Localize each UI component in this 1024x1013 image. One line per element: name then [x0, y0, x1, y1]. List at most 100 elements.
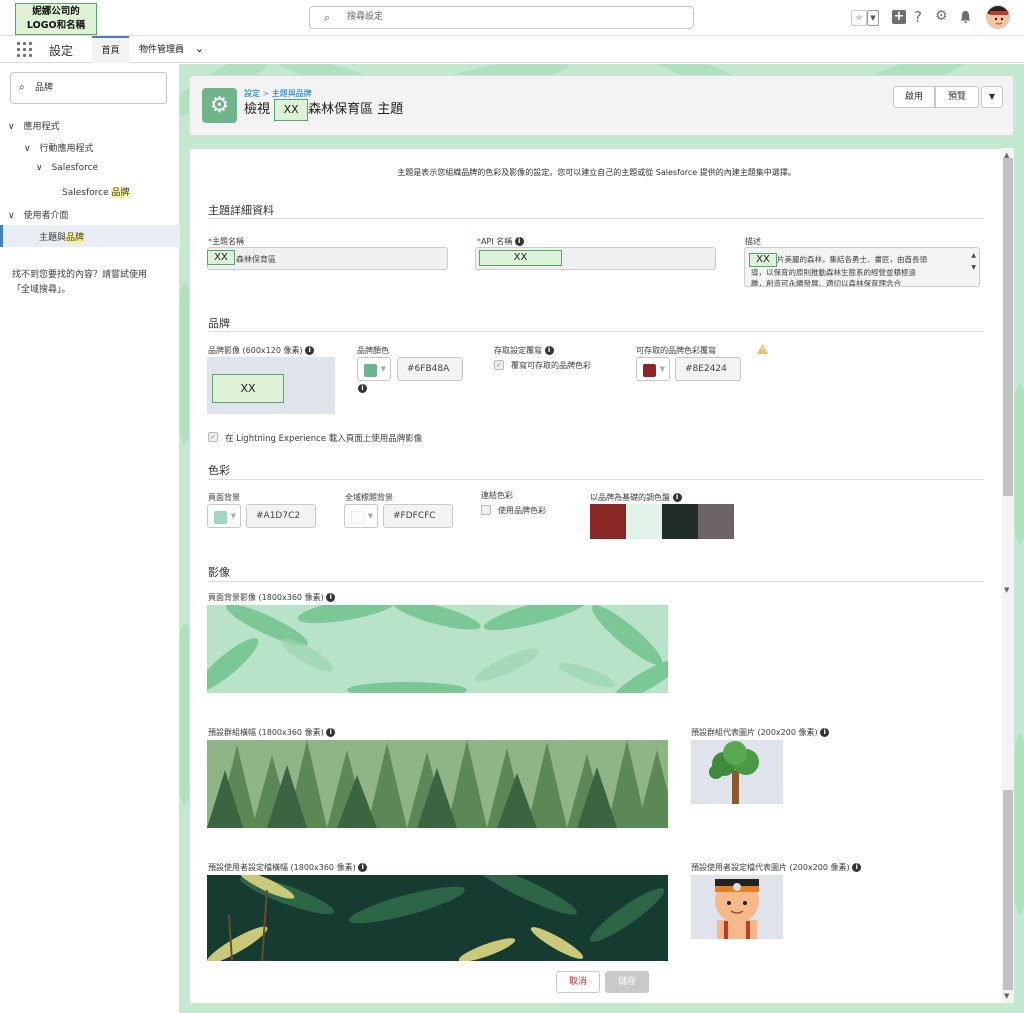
- search-icon: ⌕: [324, 11, 331, 24]
- company-logo[interactable]: 妮娜公司的 LOGO和名稱: [15, 3, 97, 35]
- palette-swatch: [626, 504, 662, 539]
- tab-object-manager[interactable]: 物件管理員 ⌄: [133, 36, 204, 63]
- chevron-down-icon: ▼: [380, 365, 386, 373]
- app-launcher-icon[interactable]: [17, 42, 33, 58]
- scroll-mid-icon[interactable]: ▼: [1004, 586, 1009, 594]
- breadcrumb-separator: >: [260, 89, 272, 98]
- user-avatar[interactable]: [986, 5, 1010, 29]
- brand-image-preview[interactable]: XX: [207, 357, 335, 414]
- info-icon[interactable]: i: [852, 863, 862, 872]
- search-highlight: 品牌: [66, 233, 85, 243]
- info-icon[interactable]: i: [326, 728, 336, 737]
- link-color-checkbox[interactable]: [481, 505, 491, 515]
- accessible-color-label: 可存取的品牌色彩覆寫: [636, 346, 716, 355]
- theme-name-label-text: 主題名稱: [212, 237, 244, 246]
- palette-label-text: 以品牌為基礎的調色盤: [590, 493, 670, 502]
- favorites-dropdown-icon[interactable]: ▼: [867, 10, 879, 26]
- info-icon[interactable]: i: [672, 493, 682, 502]
- user-banner-preview[interactable]: [207, 875, 668, 961]
- description-textarea[interactable]: XX 片美麗的森林，集結各勇士、畫匠，由酋長領 導，以保育的原則推動森林生態系的經…: [744, 247, 980, 287]
- textarea-scroll-up-icon[interactable]: ▲: [971, 250, 976, 261]
- divider: [208, 218, 984, 219]
- add-icon[interactable]: +: [892, 10, 906, 24]
- favorites-star-icon[interactable]: ★: [851, 10, 867, 26]
- accessible-color-hex-input[interactable]: #8E2424: [675, 357, 741, 381]
- intro-text: 主題是表示您組織品牌的色彩及影像的設定。您可以建立自己的主題或從 Salesfo…: [397, 168, 796, 177]
- accessible-color-swatch[interactable]: ▼: [636, 357, 670, 381]
- api-name-field[interactable]: XX: [475, 247, 716, 270]
- tree-item-themes-branding[interactable]: 主題與品牌: [0, 225, 180, 247]
- cancel-button[interactable]: 取消: [556, 971, 600, 993]
- notification-bell-icon[interactable]: [960, 11, 971, 23]
- user-avatar-image-label-text: 預設使用者設定檔代表圖片 (200x200 像素): [691, 863, 850, 872]
- chevron-down-icon: ∨: [24, 144, 31, 154]
- tree-item-mobile-apps[interactable]: ∨ 行動應用程式: [24, 141, 93, 154]
- preview-button[interactable]: 預覽: [935, 86, 979, 108]
- help-text-line1: 找不到您要找的內容？請嘗試使用: [12, 270, 148, 280]
- header-bg-hex-input[interactable]: #FDFCFC: [383, 504, 453, 528]
- brand-color-swatch[interactable]: ▼: [357, 357, 391, 381]
- theme-detail-panel: 主題是表示您組織品牌的色彩及影像的設定。您可以建立自己的主題或從 Salesfo…: [189, 148, 1014, 1003]
- brand-color-chip: [364, 364, 377, 377]
- theme-name-field[interactable]: XX 森林保育區: [207, 247, 448, 270]
- divider: [208, 581, 984, 582]
- chevron-down-icon: ▼: [367, 512, 373, 520]
- header-bg-color-chip: [351, 511, 364, 524]
- page-title: 檢視 XX 森林保育區 主題: [244, 98, 403, 122]
- description-line3: 離，創造可永續發展、適切以森林保育理念合: [751, 279, 901, 287]
- title-prefix: 檢視: [244, 102, 271, 117]
- breadcrumb-themes[interactable]: 主題與品牌: [272, 89, 312, 98]
- info-icon[interactable]: i: [326, 593, 336, 602]
- info-icon[interactable]: i: [544, 346, 554, 355]
- info-icon[interactable]: i: [358, 863, 368, 872]
- help-icon[interactable]: ?: [914, 8, 922, 26]
- page-bg-hex-input[interactable]: #A1D7C2: [246, 504, 316, 528]
- tree-item-apps[interactable]: ∨ 應用程式: [8, 119, 59, 132]
- quick-find-input[interactable]: ⌕ 品牌: [10, 72, 167, 104]
- global-search-input[interactable]: ⌕ 搜尋設定: [309, 6, 694, 29]
- scroll-down-icon[interactable]: ▼: [1004, 992, 1009, 1000]
- scrollbar-thumb-lower[interactable]: [1003, 790, 1013, 990]
- lightning-brand-image-checkbox[interactable]: ✓: [208, 432, 218, 442]
- save-button[interactable]: 儲存: [605, 971, 649, 993]
- info-icon[interactable]: i: [305, 346, 315, 355]
- tree-item-mobile-apps-label: 行動應用程式: [39, 144, 94, 154]
- group-avatar-preview[interactable]: [691, 740, 783, 804]
- tab-home[interactable]: 首頁: [92, 36, 129, 63]
- brand-image-label: 品牌影像 (600x120 像素) i: [208, 345, 315, 356]
- search-placeholder: 搜尋設定: [347, 12, 384, 22]
- info-icon[interactable]: i: [358, 384, 367, 393]
- panel-scrollbar[interactable]: ▲ ▼ ▼: [1002, 148, 1014, 1003]
- breadcrumb-setup[interactable]: 設定: [244, 89, 260, 98]
- scrollbar-thumb[interactable]: [1003, 158, 1013, 496]
- page-bg-color-chip: [214, 511, 227, 524]
- gear-icon[interactable]: ⚙: [935, 8, 948, 24]
- tree-item-salesforce[interactable]: ∨ Salesforce: [36, 163, 98, 173]
- access-override-checkbox[interactable]: ✓: [494, 360, 504, 370]
- tree-item-salesforce-branding[interactable]: Salesforce 品牌: [62, 185, 130, 198]
- page-bg-image-preview[interactable]: [207, 605, 668, 693]
- info-icon[interactable]: i: [820, 728, 830, 737]
- chevron-down-icon[interactable]: ⌄: [195, 42, 204, 55]
- group-banner-preview[interactable]: [207, 740, 668, 828]
- textarea-scroll-down-icon[interactable]: ▼: [971, 262, 976, 273]
- more-actions-button[interactable]: ▼: [981, 86, 1003, 108]
- setup-gear-icon: ⚙: [202, 88, 237, 123]
- header-bg-color-swatch[interactable]: ▼: [344, 504, 378, 528]
- info-icon[interactable]: i: [514, 237, 524, 246]
- divider: [208, 479, 984, 480]
- palette-label: 以品牌為基礎的調色盤 i: [590, 492, 682, 503]
- user-avatar-image-preview[interactable]: [691, 875, 783, 939]
- tree-item-user-interface[interactable]: ∨ 使用者介面: [8, 208, 68, 221]
- chevron-down-icon: ▼: [988, 92, 996, 101]
- header-bg-label: 全域標題背景: [345, 493, 393, 502]
- description-line1: 片美麗的森林，集結各勇士、畫匠，由酋長領: [777, 255, 927, 264]
- page-bg-image-label: 頁面背景影像 (1800x360 像素) i: [208, 592, 336, 603]
- warning-icon[interactable]: [757, 344, 768, 357]
- activate-button[interactable]: 啟用: [893, 86, 935, 108]
- accessible-color-chip: [643, 364, 656, 377]
- page-bg-color-swatch[interactable]: ▼: [207, 504, 241, 528]
- api-name-label-text: API 名稱: [481, 237, 513, 246]
- api-name-label: *API 名稱 i: [477, 236, 524, 247]
- brand-color-hex-input[interactable]: #6FB48A: [397, 357, 463, 381]
